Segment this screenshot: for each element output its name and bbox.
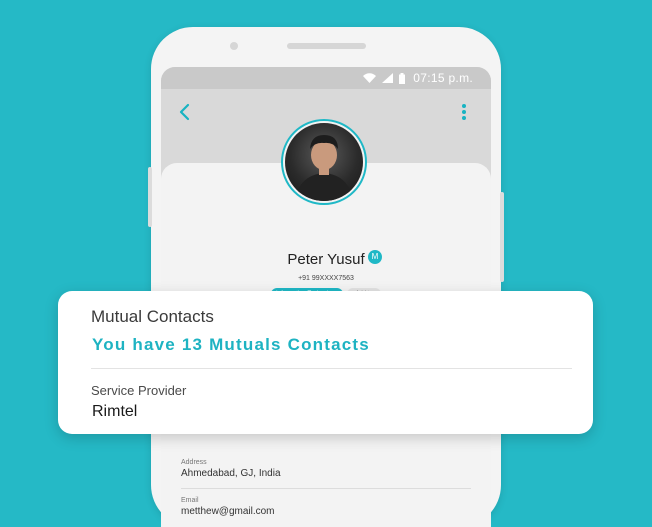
address-label: Address [181,459,207,466]
divider [181,488,471,489]
contact-details: Address Ahmedabad, GJ, India Email metth… [161,447,491,527]
more-vertical-icon[interactable] [459,102,469,122]
contact-name-row: Peter Yusuf M [161,250,491,268]
volume-button [148,167,152,227]
chevron-left-icon[interactable] [175,102,195,122]
service-provider-value: Rimtel [92,403,138,420]
contact-name: Peter Yusuf [287,251,365,268]
status-bar: 07:15 p.m. [161,67,491,89]
speaker [287,43,366,49]
divider [91,368,572,369]
service-provider-label: Service Provider [91,383,187,398]
avatar-ring [281,119,367,205]
phone-frame: 07:15 p.m. Peter Yusuf M +91 99XXXX7563 [148,27,504,527]
clock: 07:15 p.m. [413,71,473,85]
mutual-contacts-title: Mutual Contacts [91,307,214,326]
avatar [285,123,363,201]
email-label: Email [181,497,199,504]
camera [230,42,238,50]
power-button [500,192,504,282]
contact-phone: +91 99XXXX7563 [298,275,354,282]
signal-icon [382,73,394,83]
mutual-contacts-count[interactable]: You have 13 Mutuals Contacts [92,335,370,355]
battery-icon [399,72,406,84]
member-badge: M [368,250,382,264]
wifi-icon [363,73,377,83]
address-value: Ahmedabad, GJ, India [181,468,281,479]
mutual-contacts-card: Mutual Contacts You have 13 Mutuals Cont… [58,291,593,434]
email-value[interactable]: metthew@gmail.com [181,506,275,517]
